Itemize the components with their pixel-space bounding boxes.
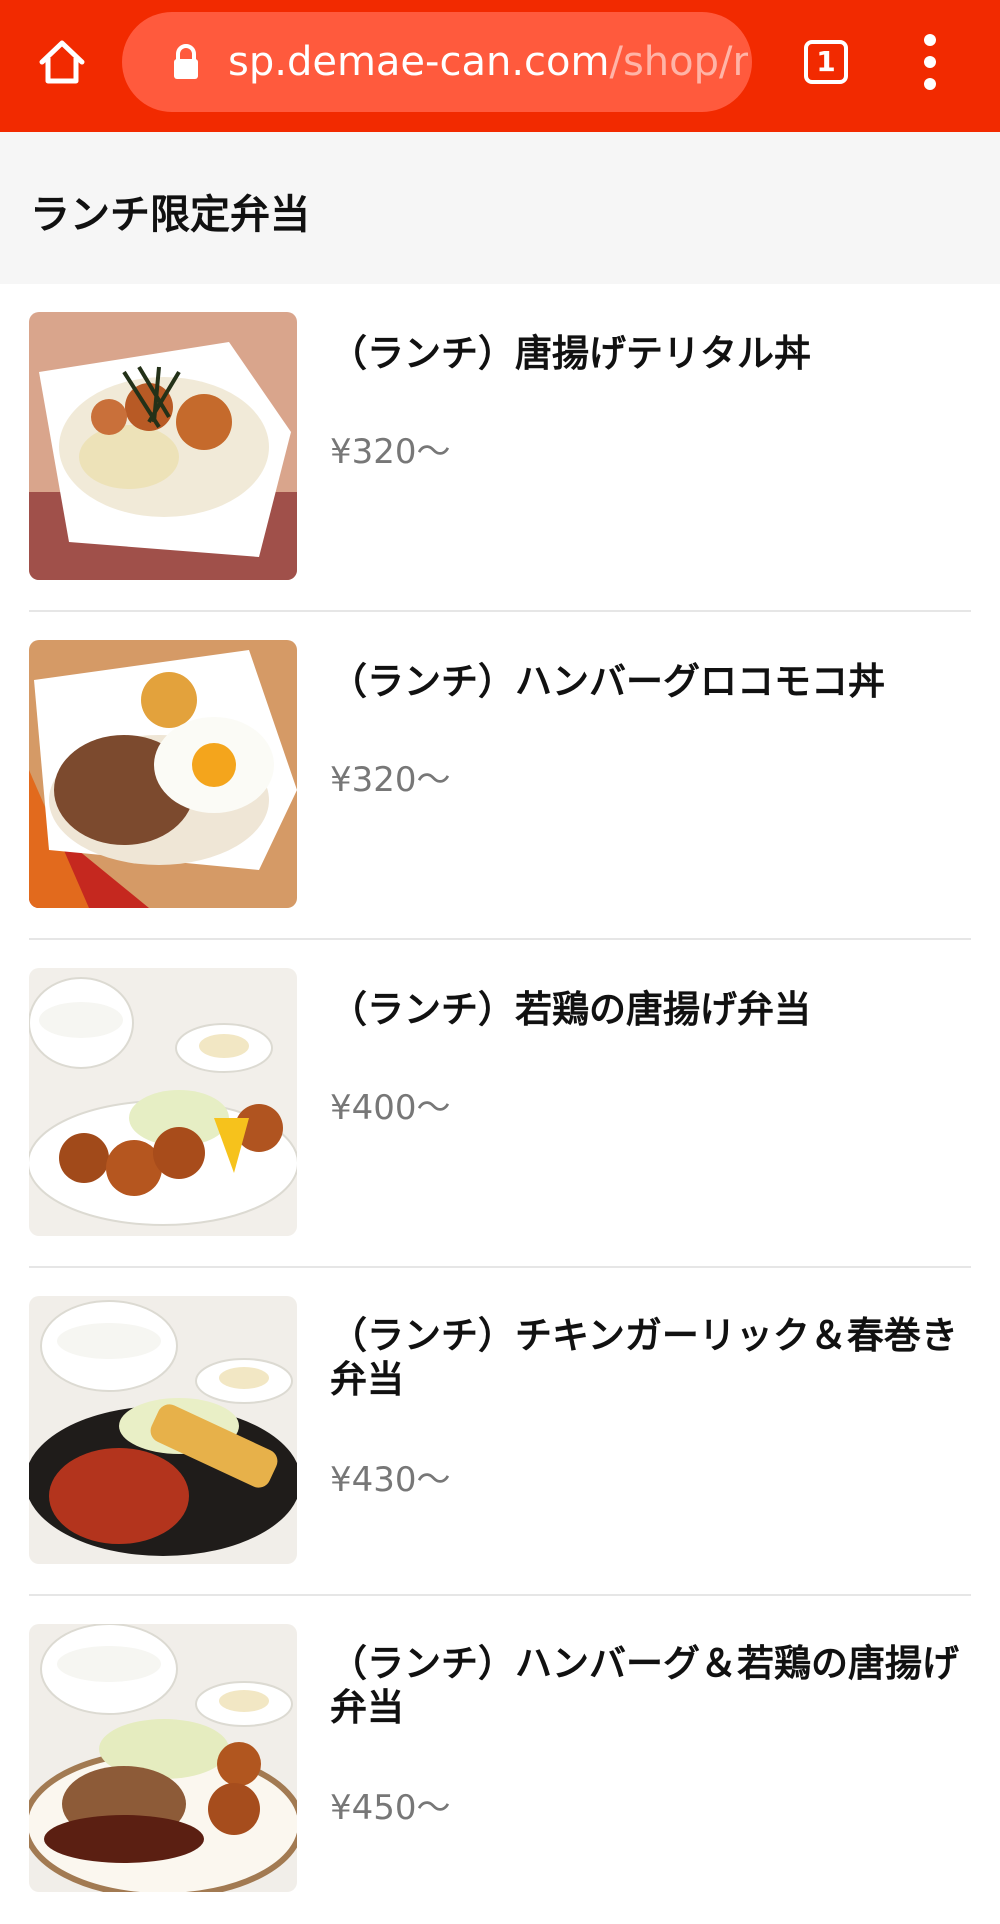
section-header: ランチ限定弁当 [0, 132, 1000, 284]
food-image [29, 968, 297, 1236]
menu-item[interactable]: （ランチ）チキンガーリック＆春巻き弁当 ¥430～ [0, 1268, 1000, 1596]
item-name: （ランチ）ハンバーグロコモコ丼 [330, 660, 885, 703]
menu-item[interactable]: （ランチ）若鶏の唐揚げ弁当 ¥400～ [0, 940, 1000, 1268]
item-price: ¥450～ [330, 1788, 451, 1828]
item-price: ¥320～ [330, 760, 451, 800]
item-price: ¥400～ [330, 1088, 451, 1128]
menu-dot-icon [924, 34, 936, 46]
item-name: （ランチ）ハンバーグ＆若鶏の唐揚げ弁当 [330, 1642, 959, 1729]
item-name: （ランチ）唐揚げテリタル丼 [330, 332, 811, 375]
tab-switcher-button[interactable]: 1 [796, 32, 856, 92]
home-button[interactable] [22, 22, 102, 102]
home-icon [39, 40, 85, 84]
food-image [29, 640, 297, 908]
section-title: ランチ限定弁当 [30, 192, 310, 238]
item-price: ¥430～ [330, 1460, 451, 1500]
menu-item[interactable]: （ランチ）唐揚げテリタル丼 ¥320～ [0, 284, 1000, 612]
food-image [29, 1296, 297, 1564]
url-domain: sp.demae-can.com [228, 39, 610, 85]
food-image [29, 312, 297, 580]
address-bar[interactable]: sp.demae-can.com/shop/m [122, 12, 752, 112]
overflow-menu-button[interactable] [900, 22, 960, 102]
food-image [29, 1624, 297, 1892]
menu-dot-icon [924, 56, 936, 68]
url-text: sp.demae-can.com/shop/m [228, 12, 748, 112]
url-path: /shop/m [609, 39, 748, 85]
browser-toolbar: sp.demae-can.com/shop/m 1 [0, 0, 1000, 132]
menu-item[interactable]: （ランチ）ハンバーグ＆若鶏の唐揚げ弁当 ¥450～ [0, 1596, 1000, 1924]
item-price: ¥320～ [330, 432, 451, 472]
item-name: （ランチ）チキンガーリック＆春巻き弁当 [330, 1314, 958, 1401]
item-name: （ランチ）若鶏の唐揚げ弁当 [330, 988, 811, 1031]
menu-dot-icon [924, 78, 936, 90]
tab-count-icon: 1 [804, 40, 848, 84]
menu-item[interactable]: （ランチ）ハンバーグロコモコ丼 ¥320～ [0, 612, 1000, 940]
lock-icon [174, 44, 198, 79]
